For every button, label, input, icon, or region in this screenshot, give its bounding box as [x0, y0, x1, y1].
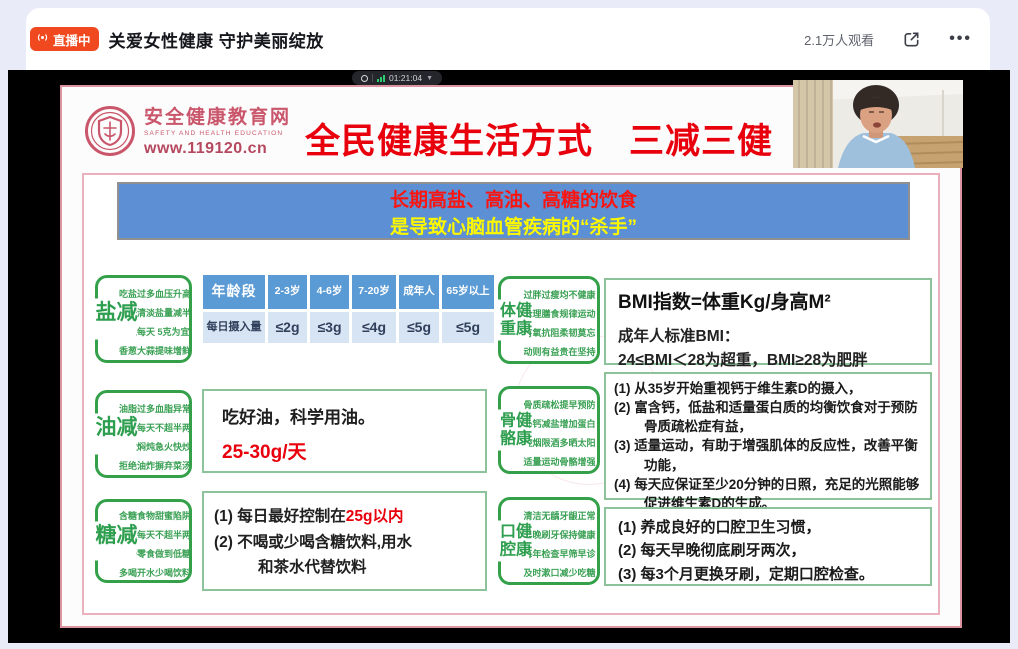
- table-cell: ≤2g: [268, 312, 307, 343]
- live-signal-icon: [36, 31, 49, 47]
- bones-item: (1) 从35岁开始重视钙于维生素D的摄入，: [614, 379, 926, 398]
- tag-label-weight: 健康体重: [497, 300, 529, 341]
- oil-advice-text: 吃好油，科学用油。: [222, 403, 485, 428]
- video-stage[interactable]: 01:21:04 ▼ 安全健康教育网 SAFETY AND HEALTH EDU…: [8, 70, 1010, 643]
- tag-line: 拒绝油炸摒弃菜汤: [119, 457, 189, 476]
- room-title: 关爱女性健康 守护美丽绽放: [109, 27, 324, 52]
- mouth-item: (3) 每3个月更换牙刷，定期口腔检查。: [618, 563, 924, 586]
- pill-divider: [372, 74, 373, 82]
- table-cell: ≤3g: [310, 312, 349, 343]
- bones-item: (2) 富含钙，低盐和适量蛋白质的均衡饮食对于预防骨质疏松症有益，: [614, 398, 926, 436]
- table-header-cell: 2-3岁: [268, 275, 307, 309]
- mouth-item: (1) 养成良好的口腔卫生习惯，: [618, 516, 924, 539]
- bmi-info-box: BMI指数=体重Kg/身高M² 成年人标准BMI： 24≤BMI＜28为超重，B…: [604, 278, 932, 365]
- warning-banner: 长期高盐、高油、高糖的饮食 是导致心脑血管疾病的“杀手”: [117, 182, 910, 240]
- mouth-advice-box: (1) 养成良好的口腔卫生习惯， (2) 每天早晚彻底刷牙两次， (3) 每3个…: [604, 507, 932, 586]
- banner-line1: 长期高盐、高油、高糖的饮食: [119, 188, 908, 215]
- bones-advice-box: (1) 从35岁开始重视钙于维生素D的摄入， (2) 富含钙，低盐和适量蛋白质的…: [604, 372, 932, 500]
- banner-line2: 是导致心脑血管疾病的“杀手”: [119, 215, 908, 241]
- salt-intake-table: 年龄段 2-3岁 4-6岁 7-20岁 成年人 65岁以上 每日摄入量 ≤2g …: [203, 275, 494, 343]
- tag-box-salt: 减盐 吃盐过多血压升高 口味清淡盐量减半 每人每天 5克为宜 香葱大蒜提味增鲜: [95, 275, 192, 363]
- bmi-standard-label: 成年人标准BMI：: [618, 324, 920, 346]
- stream-timer: 01:21:04: [389, 73, 422, 83]
- chevron-down-icon: ▼: [426, 75, 433, 82]
- tag-box-mouth: 健康口腔 清洁无龋牙龈正常 早晚刷牙保持健康 每年检查早筛早诊 及时漱口减少吃糖: [498, 497, 600, 585]
- tag-line: 多喝开水少喝饮料: [119, 564, 189, 583]
- network-signal-icon: [377, 75, 385, 82]
- sugar-item-1: (1) 每日最好控制在25g以内: [214, 504, 479, 530]
- tag-line: 合理膳食规律运动: [522, 305, 597, 324]
- tag-line: 清洁无龋牙龈正常: [522, 507, 597, 526]
- bmi-standard-value: 24≤BMI＜28为超重，BMI≥28为肥胖: [618, 348, 920, 370]
- share-icon: [902, 30, 921, 49]
- tag-line: 动则有益贵在坚持: [522, 343, 597, 362]
- tag-label-bones: 健康骨骼: [497, 410, 529, 451]
- sugar-item-2-cont: 和茶水代替饮料: [214, 555, 479, 581]
- logo-name: 安全健康教育网: [144, 108, 291, 129]
- tag-box-weight: 健康体重 过胖过瘦均不健康 合理膳食规律运动 有氧抗阻柔韧莫忘 动则有益贵在坚持: [498, 276, 600, 364]
- logo-url: www.119120.cn: [144, 140, 291, 158]
- tag-line: 及时漱口减少吃糖: [522, 564, 597, 583]
- table-cell: ≤5g: [399, 312, 439, 343]
- tag-line: 有氧抗阻柔韧莫忘: [522, 324, 597, 343]
- table-header-cell: 65岁以上: [442, 275, 494, 309]
- tag-line: 控烟限酒多晒太阳: [522, 434, 597, 453]
- tag-label-salt: 减盐: [94, 299, 136, 340]
- presenter-webcam[interactable]: [793, 80, 963, 168]
- tag-line: 过胖过瘦均不健康: [522, 286, 597, 305]
- tag-line: 早晚刷牙保持健康: [522, 526, 597, 545]
- oil-advice-box: 吃好油，科学用油。 25-30g/天: [202, 389, 487, 473]
- stream-status-pill[interactable]: 01:21:04 ▼: [352, 71, 442, 85]
- sugar-advice-box: (1) 每日最好控制在25g以内 (2) 不喝或少喝含糖饮料,用水 和茶水代替饮…: [202, 491, 487, 591]
- tag-box-bones: 健康骨骼 骨质疏松提早预防 补钙减盐增加蛋白 控烟限酒多晒太阳 适量运动骨骼增强: [498, 386, 600, 474]
- sugar-item-2: (2) 不喝或少喝含糖饮料,用水: [214, 530, 479, 556]
- share-button[interactable]: [902, 30, 921, 49]
- viewer-count: 2.1万人观看: [804, 30, 874, 49]
- live-room-header: 直播中 关爱女性健康 守护美丽绽放 2.1万人观看 •••: [26, 8, 990, 70]
- table-header-cell: 7-20岁: [352, 275, 396, 309]
- tag-label-oil: 减油: [94, 414, 136, 455]
- tag-label-sugar: 减糖: [94, 522, 136, 561]
- tag-line: 适量运动骨骼增强: [522, 453, 597, 472]
- table-cell: ≤5g: [442, 312, 494, 343]
- tag-line: 补钙减盐增加蛋白: [522, 415, 597, 434]
- table-header-cell: 4-6岁: [310, 275, 349, 309]
- logo-emblem-icon: [84, 105, 136, 162]
- tag-line: 骨质疏松提早预防: [522, 396, 597, 415]
- live-status-badge: 直播中: [30, 27, 99, 51]
- logo-tagline: SAFETY AND HEALTH EDUCATION: [144, 130, 291, 137]
- tag-label-mouth: 健康口腔: [497, 521, 529, 562]
- tag-line: 每年检查早筛早诊: [522, 545, 597, 564]
- tag-box-sugar: 减糖 含糖食物甜蜜陷阱 每人每天不超半两 三餐零食做到低糖 多喝开水少喝饮料: [95, 499, 192, 583]
- record-icon: [361, 75, 368, 82]
- bmi-formula: BMI指数=体重Kg/身高M²: [618, 287, 920, 314]
- tag-line: 香葱大蒜提味增鲜: [119, 342, 189, 361]
- slide-content-frame: 长期高盐、高油、高糖的饮食 是导致心脑血管疾病的“杀手” 减盐 吃盐过多血压升高…: [82, 173, 940, 615]
- table-cell: ≤4g: [352, 312, 396, 343]
- live-badge-label: 直播中: [53, 30, 91, 49]
- mouth-item: (2) 每天早晚彻底刷牙两次，: [618, 539, 924, 562]
- more-options-button[interactable]: •••: [949, 30, 972, 48]
- bones-item: (3) 适量运动，有助于增强肌体的反应性，改善平衡功能，: [614, 436, 926, 474]
- table-cell: 每日摄入量: [203, 312, 265, 343]
- table-header-cell: 成年人: [399, 275, 439, 309]
- slide-title: 全民健康生活方式 三减三健: [274, 113, 804, 164]
- site-logo: 安全健康教育网 SAFETY AND HEALTH EDUCATION www.…: [84, 97, 291, 169]
- oil-amount-text: 25-30g/天: [222, 437, 485, 464]
- table-header-cell: 年龄段: [203, 275, 265, 309]
- tag-box-oil: 减油 油脂过多血脂异常 每人每天不超半两 蒸煮焖炖急火快炒 拒绝油炸摒弃菜汤: [95, 390, 192, 478]
